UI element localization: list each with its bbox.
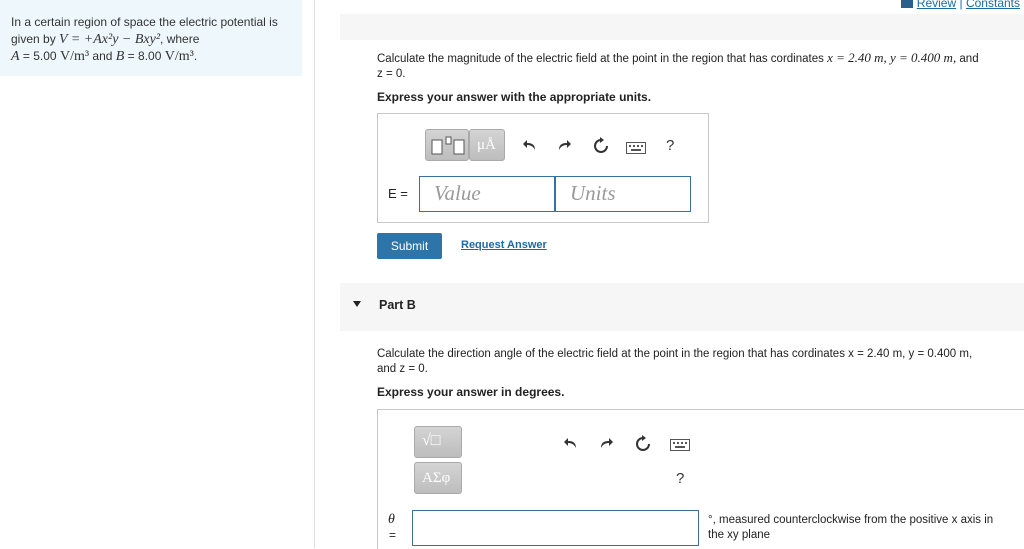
units-button-label: μÅ bbox=[477, 137, 496, 153]
request-answer-link[interactable]: Request Answer bbox=[461, 239, 547, 251]
problem-line3: A = 5.00 V/m³ and B = 8.00 V/m³. bbox=[11, 48, 296, 65]
angle-unit-line2: the xy plane bbox=[708, 529, 771, 541]
part-a-and: and bbox=[959, 53, 979, 65]
units-input[interactable]: Units bbox=[555, 176, 691, 212]
theta-variable-label: θ bbox=[388, 512, 395, 527]
problem-where: , where bbox=[160, 32, 200, 46]
panel-divider bbox=[314, 0, 315, 548]
angle-unit-description: °, measured counterclockwise from the po… bbox=[708, 513, 1024, 543]
undo-icon[interactable] bbox=[522, 138, 538, 152]
play-down-arrow-icon[interactable] bbox=[353, 301, 361, 307]
angle-unit-line1: °, measured counterclockwise from the po… bbox=[708, 514, 994, 526]
help-icon[interactable]: ? bbox=[676, 470, 684, 487]
part-a-question: Calculate the magnitude of the electric … bbox=[377, 50, 1022, 82]
potential-formula: V = +Ax²y − Bxy² bbox=[59, 32, 161, 47]
e-variable-label: E = bbox=[388, 186, 408, 201]
constant-b-value: = 8.00 bbox=[127, 49, 162, 63]
help-icon[interactable]: ? bbox=[666, 137, 674, 154]
greek-symbols-button[interactable]: ΑΣφ bbox=[414, 462, 462, 494]
part-b-answer-box: √□ ΑΣφ ? θ = °, measured counterclockwis… bbox=[377, 409, 1024, 549]
problem-given-by: given by bbox=[11, 32, 56, 46]
part-a-header-band bbox=[340, 14, 1024, 40]
part-a-coordinates: x = 2.40 m, y = 0.400 m, bbox=[827, 50, 957, 65]
constant-a-label: A bbox=[11, 49, 20, 64]
units-button[interactable]: μÅ bbox=[469, 129, 505, 161]
theta-equals: = bbox=[389, 528, 397, 542]
sqrt-template-button[interactable]: √□ bbox=[414, 426, 462, 458]
top-links: Review | Constants bbox=[900, 0, 1020, 10]
part-b-label[interactable]: Part B bbox=[379, 298, 416, 312]
value-input[interactable]: Value bbox=[419, 176, 555, 212]
redo-icon[interactable] bbox=[556, 138, 572, 152]
part-b-header-band bbox=[340, 283, 1024, 331]
angle-input[interactable] bbox=[412, 510, 699, 546]
part-a-z-value: z = 0. bbox=[377, 68, 406, 80]
keyboard-icon[interactable] bbox=[670, 439, 690, 451]
problem-and: and bbox=[92, 49, 113, 63]
part-a-instruction: Express your answer with the appropriate… bbox=[377, 90, 652, 104]
constant-b-unit: V/m³ bbox=[164, 49, 194, 64]
keyboard-icon[interactable] bbox=[626, 142, 646, 154]
problem-period: . bbox=[193, 49, 198, 63]
greek-symbols-label: ΑΣφ bbox=[422, 470, 451, 486]
undo-icon[interactable] bbox=[563, 436, 579, 450]
submit-button[interactable]: Submit bbox=[377, 233, 442, 259]
constants-link[interactable]: Constants bbox=[966, 0, 1020, 10]
part-b-instruction: Express your answer in degrees. bbox=[377, 385, 565, 399]
problem-line1: In a certain region of space the electri… bbox=[11, 15, 278, 29]
part-a-question-text: Calculate the magnitude of the electric … bbox=[377, 53, 824, 65]
reset-icon[interactable] bbox=[592, 137, 610, 155]
part-b-question-line1: Calculate the direction angle of the ele… bbox=[377, 348, 973, 360]
reset-icon[interactable] bbox=[634, 435, 652, 453]
template-button[interactable] bbox=[425, 129, 469, 161]
constant-b-label: B bbox=[115, 49, 125, 64]
part-b-question: Calculate the direction angle of the ele… bbox=[377, 347, 1022, 377]
link-separator: | bbox=[959, 0, 963, 10]
constant-a-unit: V/m³ bbox=[59, 49, 90, 64]
sqrt-template-icon: √□ bbox=[422, 432, 441, 449]
part-b-question-line2: and z = 0. bbox=[377, 363, 428, 375]
redo-icon[interactable] bbox=[598, 436, 614, 450]
problem-statement: In a certain region of space the electri… bbox=[11, 14, 296, 65]
review-link[interactable]: Review bbox=[917, 0, 956, 10]
problem-line2: given by V = +Ax²y − Bxy², where bbox=[11, 31, 296, 48]
part-a-answer-box: μÅ ? E = Value Units bbox=[377, 113, 709, 223]
constant-a-value: = 5.00 bbox=[22, 49, 57, 63]
review-icon bbox=[900, 0, 913, 8]
template-icon bbox=[431, 136, 465, 155]
